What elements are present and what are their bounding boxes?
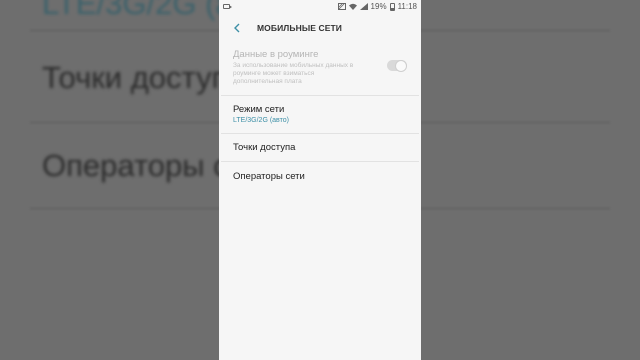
network-operators-item[interactable]: Операторы сети — [221, 162, 419, 190]
page-title: МОБИЛЬНЫЕ СЕТИ — [257, 23, 342, 33]
network-mode-item[interactable]: Режим сети LTE/3G/2G (авто) — [221, 96, 419, 134]
bg-operators-fragment: Операторы с — [42, 148, 229, 183]
phone-screen: 19% 11:18 МОБИЛЬНЫЕ СЕТИ Данные в роумин… — [219, 0, 421, 360]
signal-icon — [359, 3, 368, 10]
access-points-label: Точки доступа — [233, 142, 296, 153]
settings-list: Данные в роуминге За использование мобил… — [219, 44, 421, 190]
data-roaming-description: За использование мобильных данных в роум… — [233, 62, 354, 85]
cast-icon — [337, 3, 346, 10]
data-roaming-toggle[interactable] — [387, 59, 407, 72]
app-bar: МОБИЛЬНЫЕ СЕТИ — [219, 13, 421, 43]
toggle-knob — [395, 59, 407, 72]
clock: 11:18 — [397, 2, 417, 11]
network-mode-value: LTE/3G/2G (авто) — [233, 117, 289, 124]
data-roaming-item[interactable]: Данные в роуминге За использование мобил… — [221, 44, 419, 96]
status-bar: 19% 11:18 — [219, 0, 421, 13]
back-arrow-icon[interactable] — [229, 20, 245, 36]
bg-access-points-fragment: Точки доступ — [42, 60, 229, 95]
video-camera-icon — [223, 4, 232, 9]
network-mode-title: Режим сети — [233, 104, 285, 115]
battery-icon — [389, 2, 395, 11]
network-operators-label: Операторы сети — [233, 170, 305, 182]
access-points-item[interactable]: Точки доступа — [221, 134, 419, 162]
data-roaming-title: Данные в роуминге — [233, 49, 319, 60]
wifi-icon — [348, 3, 357, 10]
battery-percent: 19% — [370, 2, 387, 11]
